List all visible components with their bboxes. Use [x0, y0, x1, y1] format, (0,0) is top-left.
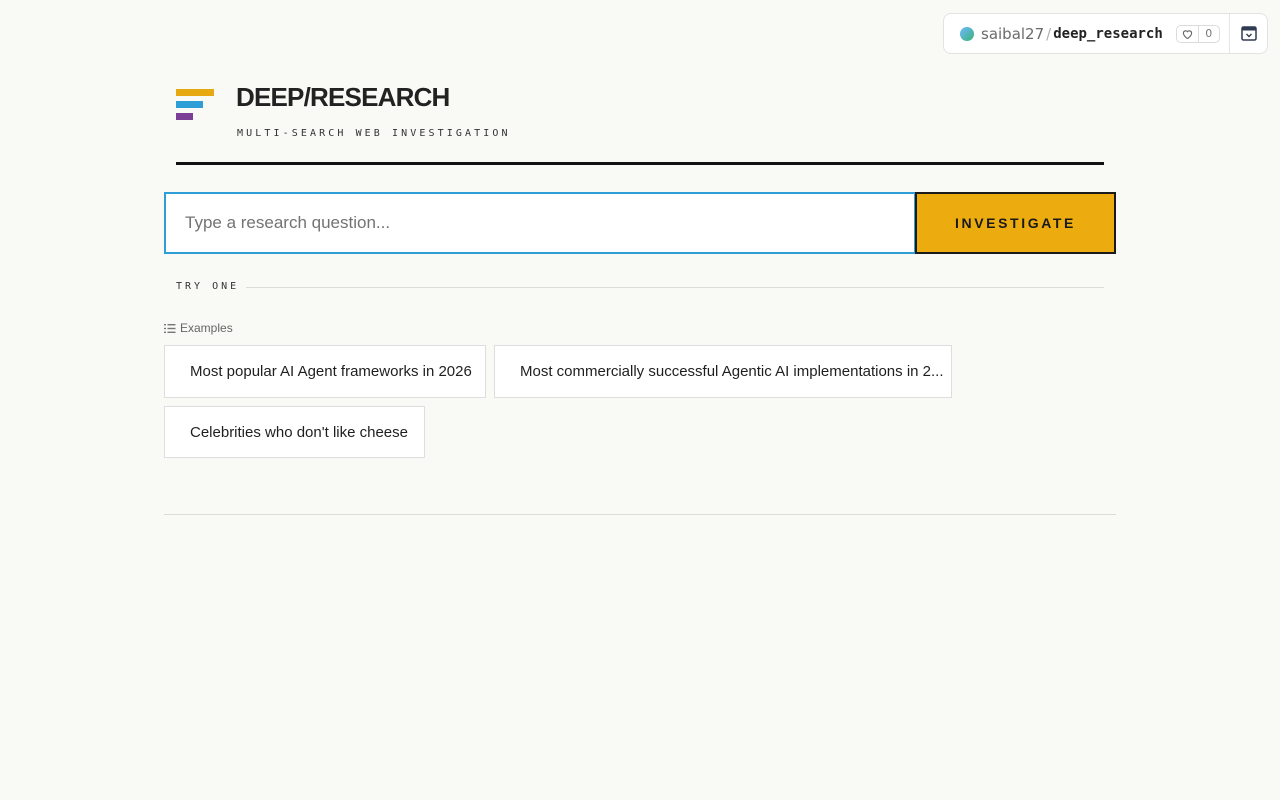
try-one-divider — [246, 287, 1104, 288]
examples-header: Examples — [164, 321, 233, 335]
repo-name[interactable]: deep_research — [1053, 26, 1163, 42]
research-question-input[interactable] — [164, 192, 916, 254]
investigate-button[interactable]: INVESTIGATE — [915, 192, 1116, 254]
header-divider — [176, 162, 1104, 165]
results-divider — [164, 514, 1116, 515]
page-title: DEEP/RESEARCH — [236, 82, 450, 112]
repo-link[interactable]: saibal27 / deep_research 0 — [944, 14, 1231, 53]
list-icon — [164, 323, 176, 334]
like-button[interactable]: 0 — [1175, 24, 1220, 43]
repo-separator: / — [1046, 24, 1052, 43]
try-one-label: TRY ONE — [176, 281, 240, 292]
like-count: 0 — [1205, 27, 1213, 40]
example-button[interactable]: Most commercially successful Agentic AI … — [494, 345, 952, 398]
avatar — [960, 26, 974, 41]
heart-icon — [1177, 25, 1199, 42]
page-subtitle: MULTI-SEARCH WEB INVESTIGATION — [237, 128, 511, 139]
example-button[interactable]: Most popular AI Agent frameworks in 2026 — [164, 345, 486, 398]
logo-icon — [176, 89, 216, 121]
repo-owner[interactable]: saibal27 — [981, 25, 1044, 43]
collapse-icon[interactable] — [1230, 14, 1267, 53]
repo-badge: saibal27 / deep_research 0 — [943, 13, 1268, 54]
example-button[interactable]: Celebrities who don't like cheese — [164, 406, 425, 458]
examples-label: Examples — [180, 321, 233, 335]
